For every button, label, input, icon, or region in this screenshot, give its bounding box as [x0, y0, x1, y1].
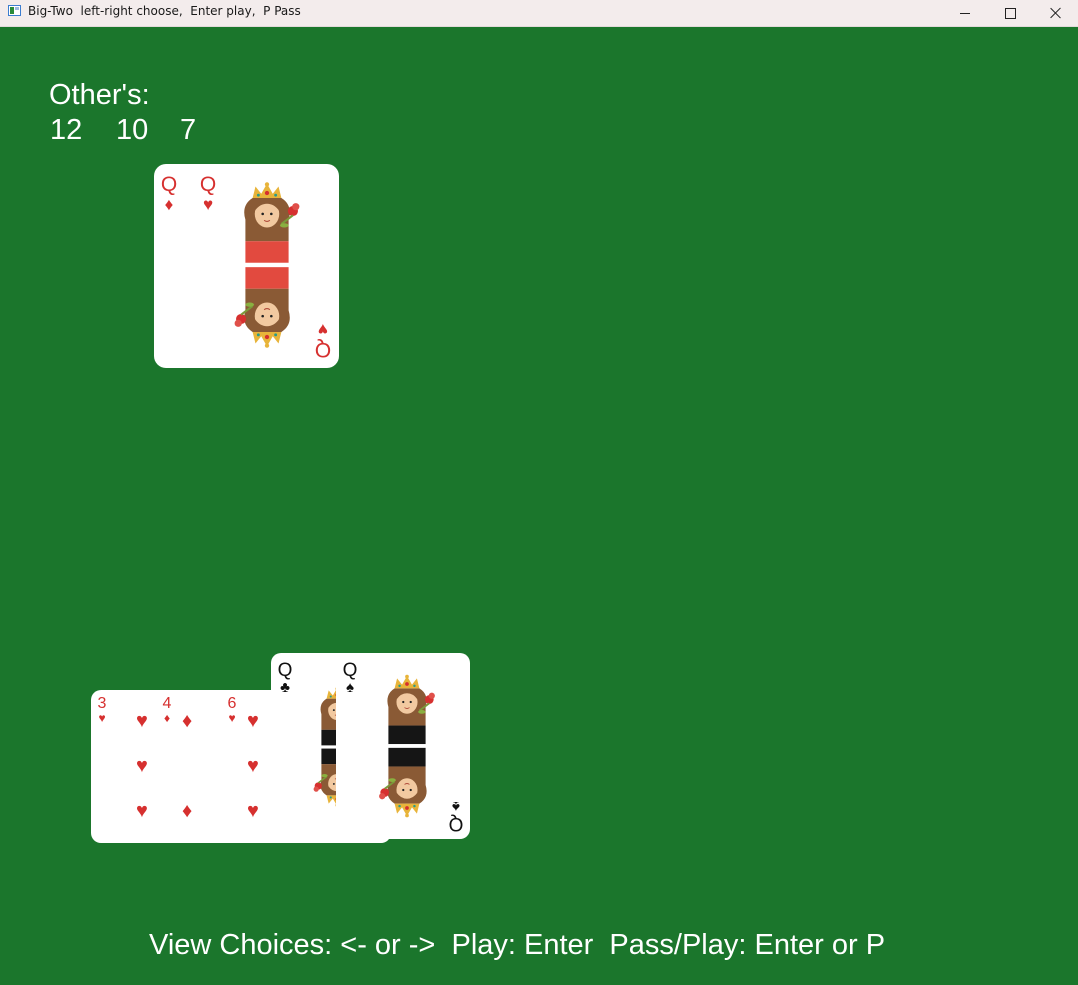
window-titlebar: Big-Two left-right choose, Enter play, P…	[0, 0, 1078, 27]
close-icon	[1050, 7, 1062, 19]
heart-pip-icon: ♥	[247, 755, 259, 777]
card-rank: Q	[448, 813, 464, 834]
heart-suit-icon: ♥	[317, 320, 329, 339]
card-rank: Q	[199, 173, 217, 196]
queen-portrait	[233, 182, 301, 348]
diamond-pip-icon: ♦	[182, 710, 193, 732]
card-rank: Q	[160, 173, 178, 196]
maximize-icon	[1004, 7, 1016, 19]
opponent-count: 7	[180, 114, 197, 146]
club-suit-icon: ♣	[280, 679, 290, 696]
minimize-button[interactable]	[942, 0, 988, 26]
card-corner-index: 3 ♥	[95, 695, 109, 725]
played-card-queen-of-hearts: Q ♥ Q ♥	[193, 164, 339, 368]
diamond-suit-icon: ♦	[164, 195, 174, 214]
minimize-icon	[960, 12, 970, 14]
others-label: Other's:	[49, 79, 150, 111]
diamond-pip-icon: ♦	[182, 800, 193, 822]
card-rank: 4	[162, 695, 172, 712]
card-rank: 3	[97, 695, 107, 712]
spade-suit-icon: ♠	[452, 798, 460, 815]
maximize-button[interactable]	[987, 0, 1033, 26]
card-corner-index: Q ♣	[276, 661, 294, 695]
spade-suit-icon: ♠	[346, 679, 354, 696]
close-button[interactable]	[1033, 0, 1078, 26]
heart-pip-icon: ♥	[136, 710, 148, 732]
heart-suit-icon: ♥	[202, 195, 214, 214]
card-corner-index-inverted: Q ♠	[447, 798, 465, 834]
opponent-count: 12	[50, 114, 83, 146]
card-corner-index: Q ♦	[159, 174, 179, 213]
card-corner-index: Q ♠	[341, 661, 359, 695]
heart-pip-icon: ♥	[136, 800, 148, 822]
window-title: Big-Two left-right choose, Enter play, P…	[28, 4, 301, 18]
card-rank: Q	[277, 660, 293, 681]
heart-pip-icon: ♥	[247, 710, 259, 732]
card-corner-index-inverted: Q ♥	[313, 320, 333, 361]
heart-pip-icon: ♥	[247, 800, 259, 822]
card-rank: Q	[314, 338, 332, 361]
controls-instructions: View Choices: <- or -> Play: Enter Pass/…	[149, 929, 886, 961]
heart-suit-icon: ♥	[98, 711, 106, 725]
card-corner-index: 6 ♥	[225, 695, 239, 725]
card-corner-index: 4 ♦	[160, 695, 174, 725]
diamond-suit-icon: ♦	[163, 711, 171, 725]
app-window-icon	[8, 5, 21, 16]
card-corner-index: Q ♥	[198, 174, 218, 213]
heart-suit-icon: ♥	[228, 711, 236, 725]
card-rank: Q	[342, 660, 358, 681]
opponent-count: 10	[116, 114, 149, 146]
card-rank: 6	[227, 695, 237, 712]
hand-card-queen-of-spades[interactable]: Q ♠ Q ♠	[336, 653, 470, 839]
heart-pip-icon: ♥	[136, 755, 148, 777]
queen-portrait	[378, 673, 436, 819]
